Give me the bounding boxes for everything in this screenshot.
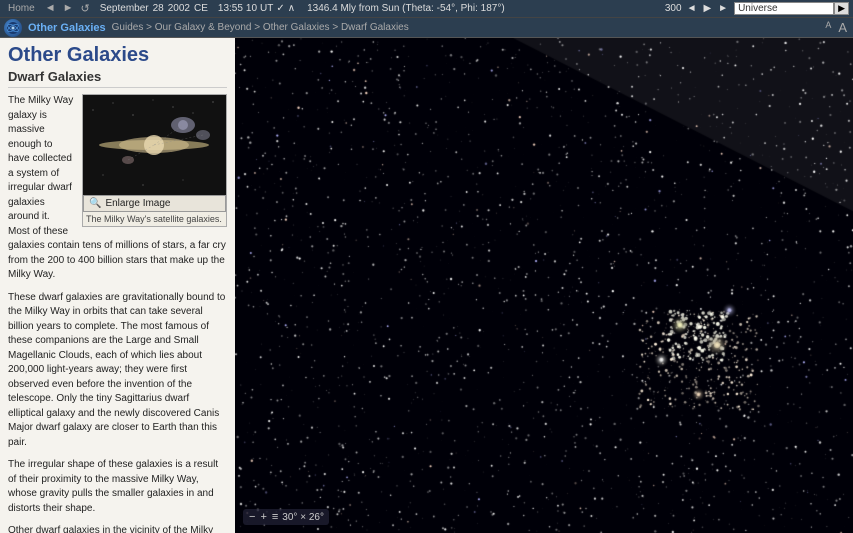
sky-canvas (235, 38, 853, 533)
navBar: Other Galaxies Guides > Our Galaxy & Bey… (0, 18, 853, 38)
position-area: 1346.4 Mly from Sun (Theta: -54°, Phi: 1… (307, 3, 661, 14)
back-icon[interactable]: ◄ (43, 2, 58, 15)
app-logo (4, 19, 22, 37)
enlarge-label: Enlarge Image (105, 198, 170, 209)
date-year: 2002 (168, 3, 190, 14)
paragraph-3: The irregular shape of these galaxies is… (8, 458, 227, 516)
breadcrumb: Guides > Our Galaxy & Beyond > Other Gal… (112, 22, 409, 33)
magnify-icon: 🔍 (89, 198, 101, 209)
paragraph-2: These dwarf galaxies are gravitationally… (8, 291, 227, 451)
galaxy-diagram (83, 95, 226, 195)
search-go-button[interactable]: ▶ (834, 2, 849, 15)
toolbar: Home ◄ ► ↺ September 28 2002 CE 13:55 10… (0, 0, 853, 18)
zoom-in-button[interactable]: + (259, 511, 267, 523)
home-button[interactable]: Home (4, 3, 39, 14)
image-caption: The Milky Way's satellite galaxies. (83, 212, 226, 226)
search-area: ▶ (734, 2, 849, 15)
check-symbol: ✓ (276, 3, 284, 14)
date-month: September (100, 3, 149, 14)
section-heading: Dwarf Galaxies (8, 69, 227, 88)
enlarge-image-button[interactable]: 🔍 Enlarge Image (83, 195, 226, 212)
zoom-prev-icon[interactable]: ◄ (685, 3, 699, 14)
zoom-controls: − + ≡ 30° × 26° (243, 509, 329, 525)
zoom-level-label: 30° × 26° (282, 512, 324, 523)
time-unit: 10 (246, 3, 257, 14)
nav-section-title[interactable]: Other Galaxies (28, 22, 106, 34)
refresh-icon[interactable]: ↺ (78, 2, 91, 15)
forward-icon[interactable]: ► (61, 2, 76, 15)
zoom-play-icon[interactable]: ▶ (701, 3, 713, 14)
zoom-value: 300 (665, 3, 682, 14)
main-content: Other Galaxies Dwarf Galaxies (0, 38, 853, 533)
date-day: 28 (153, 3, 164, 14)
page-title: Other Galaxies (8, 44, 227, 67)
font-small-button[interactable]: A (823, 20, 833, 35)
font-large-button[interactable]: A (836, 20, 849, 35)
date-area: September 28 2002 CE (100, 3, 208, 14)
zoom-next-icon[interactable]: ► (716, 3, 730, 14)
left-panel: Other Galaxies Dwarf Galaxies (0, 38, 235, 533)
date-era: CE (194, 3, 208, 14)
position-text: 1346.4 Mly from Sun (Theta: -54°, Phi: 1… (307, 3, 505, 14)
time-area: 13:55 10 UT ✓ ∧ (218, 3, 295, 14)
nav-icons: ◄ ► ↺ (43, 2, 92, 15)
zoom-area: 300 ◄ ▶ ► (665, 3, 730, 14)
zoom-grid-button[interactable]: ≡ (271, 511, 279, 523)
search-input[interactable] (734, 2, 834, 15)
up-symbol: ∧ (288, 3, 295, 14)
time-zone: UT (260, 3, 273, 14)
font-size-controls: A A (823, 20, 849, 35)
time-value: 13:55 (218, 3, 243, 14)
paragraph-4: Other dwarf galaxies in the vicinity of … (8, 524, 227, 533)
galaxy-image-container: 🔍 Enlarge Image The Milky Way's satellit… (82, 94, 227, 227)
zoom-out-button[interactable]: − (248, 511, 256, 523)
skyview[interactable]: − + ≡ 30° × 26° (235, 38, 853, 533)
